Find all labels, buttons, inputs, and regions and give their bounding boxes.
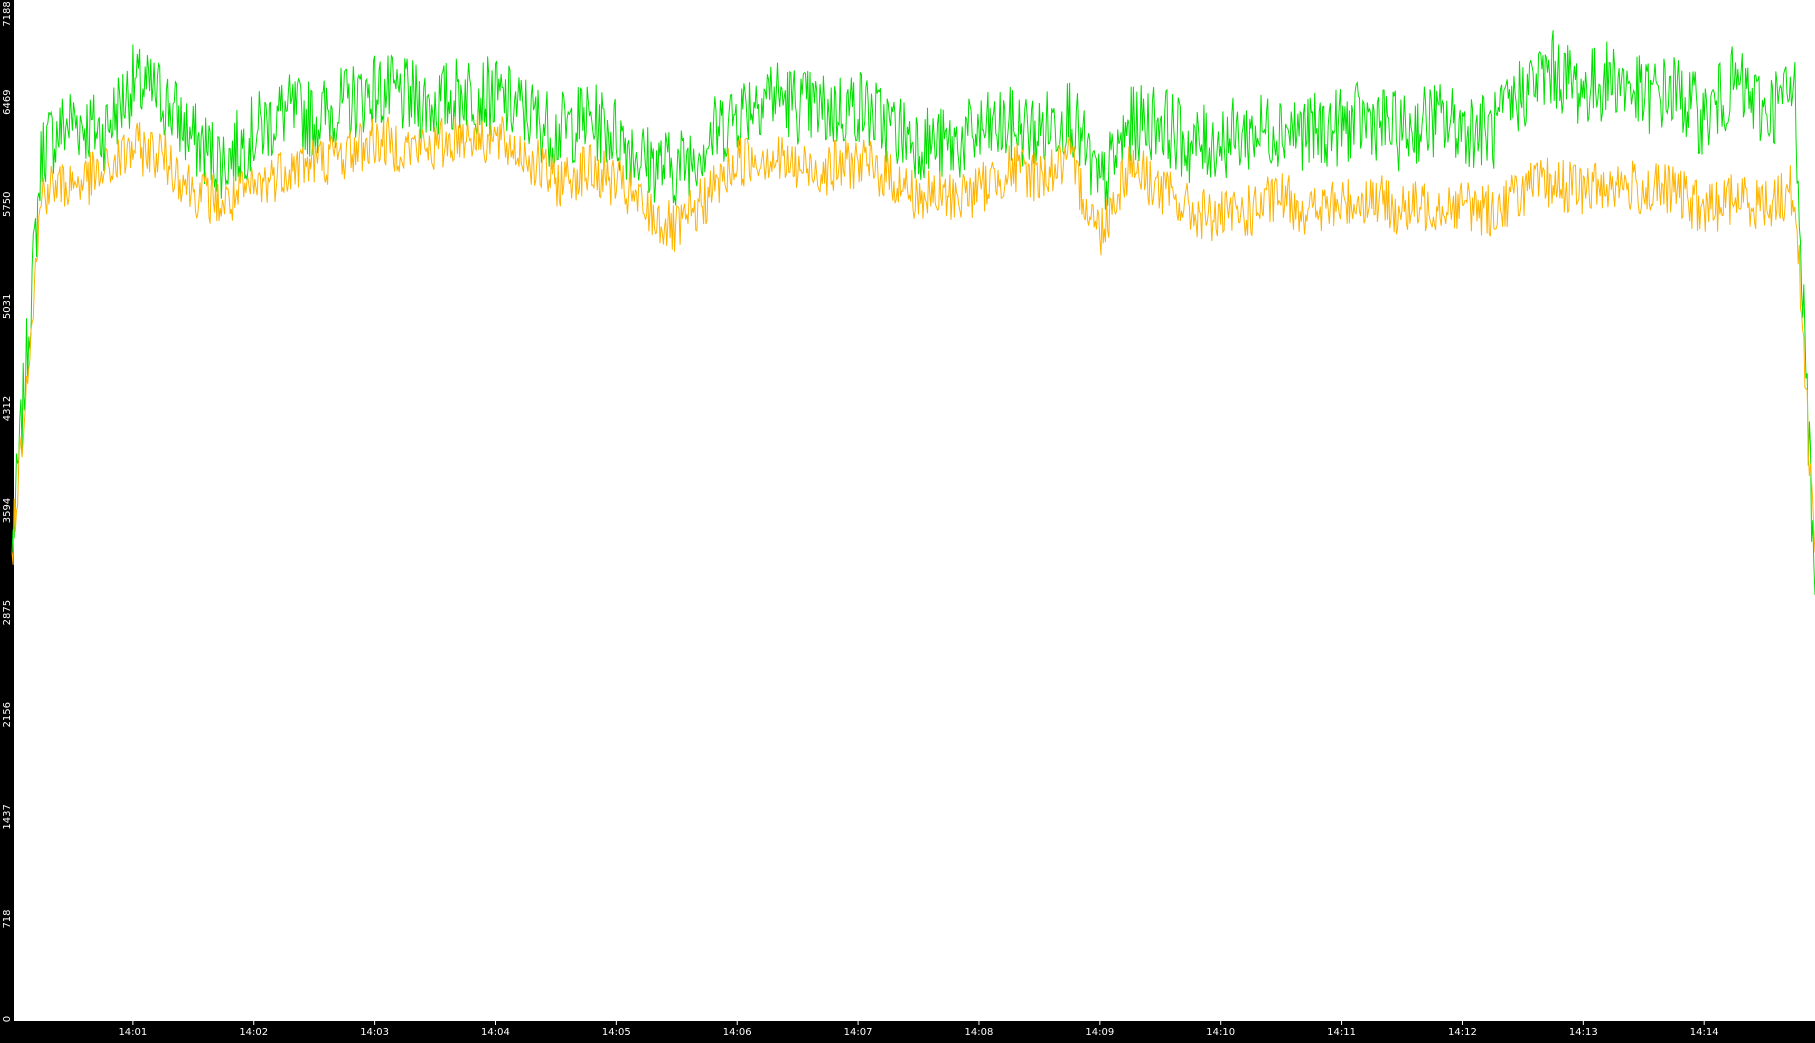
x-tick-label: 14:03 — [360, 1027, 389, 1038]
y-tick-label: 2156 — [2, 702, 13, 727]
x-tick-label: 14:08 — [965, 1027, 994, 1038]
y-tick-label: 5750 — [2, 192, 13, 217]
x-tick-label: 14:01 — [118, 1027, 147, 1038]
x-tick-label: 14:09 — [1085, 1027, 1114, 1038]
x-tick-label: 14:10 — [1206, 1027, 1235, 1038]
plot-area — [14, 0, 1815, 1021]
x-tick-label: 14:02 — [239, 1027, 268, 1038]
x-tick-label: 14:14 — [1690, 1027, 1719, 1038]
x-tick-label: 14:12 — [1448, 1027, 1477, 1038]
y-tick-label: 1437 — [2, 804, 13, 829]
chart: 0 718 1437 2156 2875 3594 4312 5031 5750 6469 7188… — [0, 0, 1815, 1039]
x-tick-label: 14:07 — [844, 1027, 873, 1038]
x-tick-label: 14:05 — [602, 1027, 631, 1038]
x-tick-label: 14:06 — [723, 1027, 752, 1038]
y-tick-label: 718 — [2, 909, 13, 928]
x-tick-label: 14:13 — [1569, 1027, 1598, 1038]
y-tick-label: 3594 — [2, 498, 13, 523]
x-tick-label: 14:11 — [1327, 1027, 1356, 1038]
line-chart: 0 718 1437 2156 2875 3594 4312 5031 5750 6469 7188… — [0, 0, 1815, 1039]
y-tick-label: 4312 — [2, 396, 13, 421]
y-tick-label: 6469 — [2, 89, 13, 114]
y-tick-label: 0 — [2, 1016, 13, 1022]
x-tick-label: 14:04 — [481, 1027, 510, 1038]
y-tick-label: 7188 — [2, 1, 13, 26]
y-tick-label: 2875 — [2, 600, 13, 625]
y-tick-label: 5031 — [2, 294, 13, 319]
